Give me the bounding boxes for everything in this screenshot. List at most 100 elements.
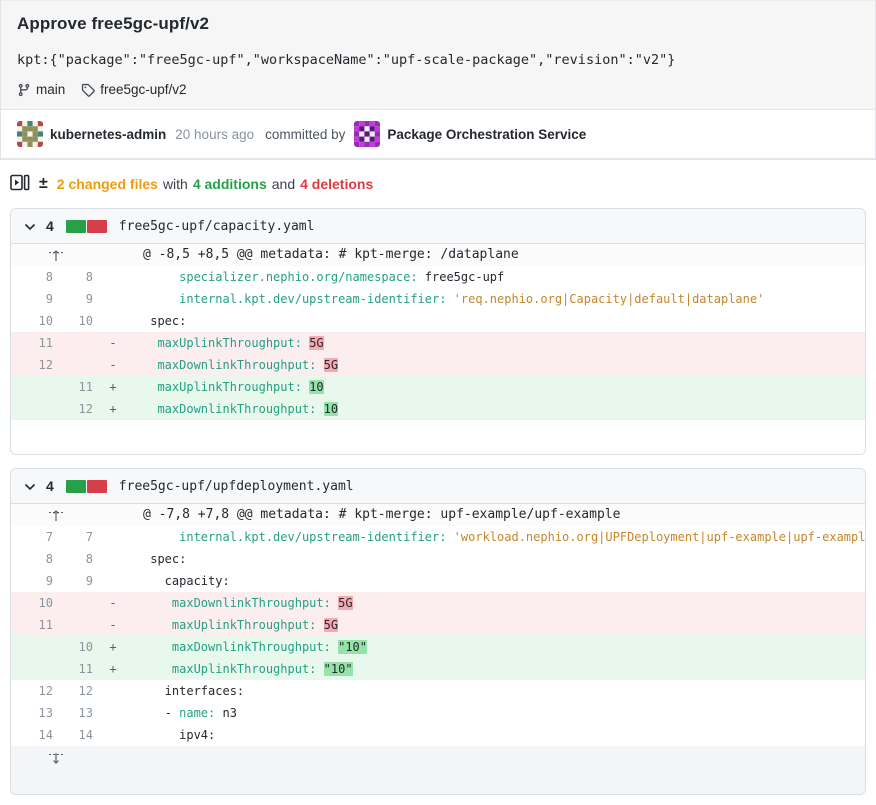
code-text: spec: xyxy=(143,314,186,328)
new-line-number[interactable]: 12 xyxy=(63,680,101,702)
author-avatar[interactable] xyxy=(17,121,43,147)
old-line-number[interactable]: 13 xyxy=(11,702,63,724)
diffstat-additions xyxy=(66,220,86,233)
old-line-number[interactable]: 9 xyxy=(11,288,63,310)
code-text: capacity: xyxy=(143,574,230,588)
code-line: ipv4: xyxy=(125,724,865,746)
old-line-number[interactable]: 11 xyxy=(11,332,63,354)
code-line: spec: xyxy=(125,310,865,332)
code-line: capacity: xyxy=(125,570,865,592)
new-line-number[interactable]: 7 xyxy=(63,526,101,548)
diff-marker xyxy=(101,724,125,746)
diffstat-additions xyxy=(66,480,86,493)
new-line-number[interactable]: 9 xyxy=(63,288,101,310)
collapse-file-button[interactable] xyxy=(23,479,37,494)
diff-row-context: 99 capacity: xyxy=(11,570,865,592)
tag-icon xyxy=(81,83,95,97)
committed-by-label: committed by xyxy=(265,127,345,142)
old-line-number[interactable] xyxy=(11,636,63,658)
diff-marker: - xyxy=(101,592,125,614)
expand-down-button[interactable] xyxy=(11,752,101,765)
diff-marker: + xyxy=(101,376,125,398)
old-line-number[interactable]: 11 xyxy=(11,614,63,636)
new-line-number[interactable] xyxy=(63,592,101,614)
yaml-key: specializer.nephio.org/namespace: xyxy=(179,270,417,284)
commit-title: Approve free5gc-upf/v2 xyxy=(17,14,859,34)
file-tree-toggle-button[interactable] xyxy=(10,174,30,194)
code-text xyxy=(143,662,172,676)
old-line-number[interactable]: 9 xyxy=(11,570,63,592)
new-line-number[interactable]: 8 xyxy=(63,266,101,288)
diffstat-deletions xyxy=(87,220,107,233)
code-line: interfaces: xyxy=(125,680,865,702)
expand-up-button[interactable] xyxy=(11,504,101,526)
committer-row: kubernetes-admin 20 hours ago committed … xyxy=(1,110,875,159)
yaml-key: maxUplinkThroughput: xyxy=(157,380,302,394)
committer-avatar[interactable] xyxy=(354,121,380,147)
new-line-number[interactable]: 9 xyxy=(63,570,101,592)
code-line: maxUplinkThroughput: "10" xyxy=(125,658,865,680)
file-diff-box: 4free5gc-upf/upfdeployment.yaml@ -7,8 +7… xyxy=(10,468,866,795)
branch-link[interactable]: main xyxy=(17,82,65,97)
diff-row-context: 1212 interfaces: xyxy=(11,680,865,702)
code-text: "10" xyxy=(338,640,367,654)
old-line-number[interactable]: 12 xyxy=(11,354,63,376)
new-line-number[interactable] xyxy=(63,332,101,354)
old-line-number[interactable]: 8 xyxy=(11,266,63,288)
diff-marker: + xyxy=(101,398,125,420)
fold-up-icon xyxy=(48,249,64,262)
chevron-down-icon xyxy=(24,479,36,494)
new-line-number[interactable]: 10 xyxy=(63,636,101,658)
new-line-number[interactable] xyxy=(63,614,101,636)
file-name[interactable]: free5gc-upf/upfdeployment.yaml xyxy=(119,479,354,494)
file-name[interactable]: free5gc-upf/capacity.yaml xyxy=(119,219,315,234)
diffstat-deletions xyxy=(87,480,107,493)
diff-marker: + xyxy=(101,658,125,680)
old-line-number[interactable]: 14 xyxy=(11,724,63,746)
code-line: spec: xyxy=(125,548,865,570)
diff-marker: - xyxy=(101,614,125,636)
new-line-number[interactable]: 11 xyxy=(63,658,101,680)
committer-name[interactable]: Package Orchestration Service xyxy=(387,127,586,142)
code-text xyxy=(316,662,323,676)
expand-up-button[interactable] xyxy=(11,244,101,266)
old-line-number[interactable]: 7 xyxy=(11,526,63,548)
author-name[interactable]: kubernetes-admin xyxy=(50,127,166,142)
new-line-number[interactable]: 13 xyxy=(63,702,101,724)
new-line-number[interactable]: 8 xyxy=(63,548,101,570)
file-change-count: 4 xyxy=(46,478,54,494)
code-text: "10" xyxy=(324,662,353,676)
diff-marker xyxy=(101,680,125,702)
code-text xyxy=(143,336,157,350)
collapse-file-button[interactable] xyxy=(23,219,37,234)
commit-time: 20 hours ago xyxy=(175,127,254,142)
diff-stats-toggle-button[interactable]: ± xyxy=(39,176,48,192)
diff-table: @ -7,8 +7,8 @@ metadata: # kpt-merge: up… xyxy=(11,504,865,794)
old-line-number[interactable]: 10 xyxy=(11,310,63,332)
yaml-key: name: xyxy=(179,706,215,720)
code-text: free5gc-upf xyxy=(418,270,505,284)
code-text xyxy=(143,596,172,610)
code-text xyxy=(331,640,338,654)
new-line-number[interactable] xyxy=(63,354,101,376)
old-line-number[interactable] xyxy=(11,658,63,680)
diff-marker xyxy=(101,504,125,526)
new-line-number[interactable]: 10 xyxy=(63,310,101,332)
tag-link[interactable]: free5gc-upf/v2 xyxy=(81,82,186,97)
old-line-number[interactable]: 8 xyxy=(11,548,63,570)
new-line-number[interactable]: 12 xyxy=(63,398,101,420)
old-line-number[interactable] xyxy=(11,398,63,420)
new-line-number[interactable]: 14 xyxy=(63,724,101,746)
code-line: - name: n3 xyxy=(125,702,865,724)
new-line-number[interactable]: 11 xyxy=(63,376,101,398)
diff-marker xyxy=(101,570,125,592)
diff-row-added: 11+ maxUplinkThroughput: 10 xyxy=(11,376,865,398)
file-tree-icon xyxy=(10,174,30,194)
yaml-key: maxUplinkThroughput: xyxy=(172,618,317,632)
old-line-number[interactable] xyxy=(11,376,63,398)
old-line-number[interactable]: 10 xyxy=(11,592,63,614)
code-text: spec: xyxy=(143,552,186,566)
file-header: 4 free5gc-upf/upfdeployment.yaml xyxy=(11,469,865,504)
old-line-number[interactable]: 12 xyxy=(11,680,63,702)
code-text xyxy=(143,380,157,394)
